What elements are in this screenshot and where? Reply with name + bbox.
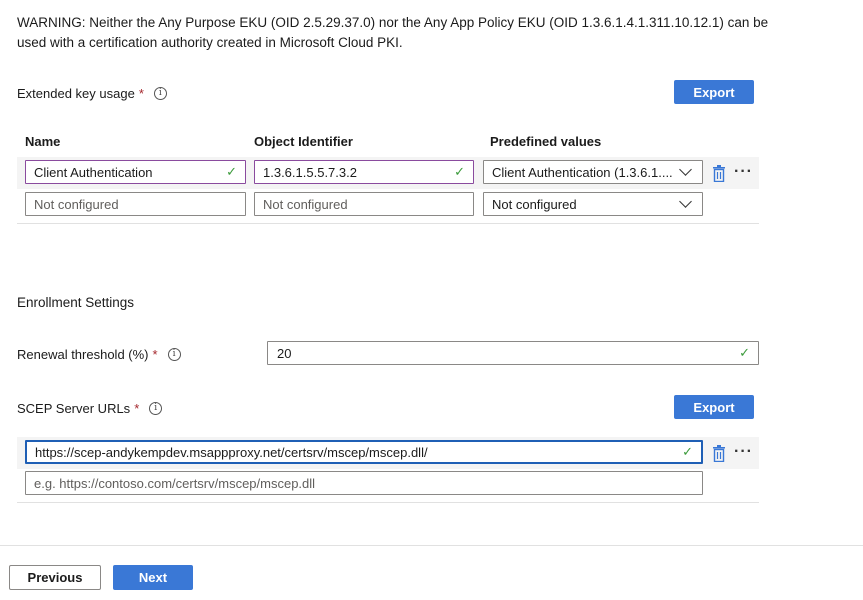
required-mark: * — [134, 400, 140, 416]
scep-server-urls-label: SCEP Server URLs — [17, 400, 131, 416]
eku-predefined-select[interactable]: Client Authentication (1.3.6.1.... — [483, 160, 703, 184]
trash-icon[interactable] — [712, 165, 726, 182]
divider — [17, 502, 759, 503]
eku-predefined-select-empty[interactable]: Not configured — [483, 192, 703, 216]
eku-label: Extended key usage — [17, 85, 135, 101]
placeholder-text: e.g. https://contoso.com/certsrv/mscep/m… — [34, 475, 316, 491]
eku-predefined-value: Client Authentication (1.3.6.1.... — [492, 164, 673, 180]
more-options-icon[interactable]: ··· — [734, 444, 753, 460]
renewal-threshold-value: 20 — [277, 345, 292, 361]
placeholder-text: Not configured — [34, 196, 119, 212]
scep-export-button[interactable]: Export — [674, 395, 754, 419]
eku-export-button[interactable]: Export — [674, 80, 754, 104]
eku-name-input-empty[interactable]: Not configured — [25, 192, 246, 216]
checkmark-icon: ✓ — [226, 164, 237, 179]
scep-url-input[interactable]: https://scep-andykempdev.msappproxy.net/… — [25, 440, 703, 464]
footer-divider — [0, 545, 863, 546]
renewal-threshold-input[interactable]: 20 ✓ — [267, 341, 759, 365]
trash-icon[interactable] — [712, 445, 726, 462]
scep-url-input-empty[interactable]: e.g. https://contoso.com/certsrv/mscep/m… — [25, 471, 703, 495]
info-icon[interactable]: i — [167, 347, 181, 361]
warning-message: WARNING: Neither the Any Purpose EKU (OI… — [17, 15, 769, 50]
checkmark-icon: ✓ — [682, 444, 693, 459]
column-header-predefined: Predefined values — [490, 134, 602, 149]
eku-predefined-value: Not configured — [492, 196, 577, 212]
chevron-down-icon — [679, 163, 692, 176]
column-header-oid: Object Identifier — [254, 134, 353, 149]
renewal-label-group: Renewal threshold (%) * i — [17, 345, 181, 363]
column-header-name: Name — [25, 134, 61, 149]
enrollment-settings-title: Enrollment Settings — [17, 295, 135, 310]
checkmark-icon: ✓ — [739, 345, 750, 360]
required-mark: * — [152, 346, 158, 362]
more-options-icon[interactable]: ··· — [734, 164, 753, 180]
divider — [17, 223, 759, 224]
scep-url-value: https://scep-andykempdev.msappproxy.net/… — [35, 444, 428, 460]
info-icon[interactable]: i — [153, 86, 167, 100]
eku-oid-input[interactable]: 1.3.6.1.5.5.7.3.2 ✓ — [254, 160, 474, 184]
eku-oid-input-empty[interactable]: Not configured — [254, 192, 474, 216]
eku-oid-value: 1.3.6.1.5.5.7.3.2 — [263, 164, 357, 180]
next-button[interactable]: Next — [113, 565, 193, 590]
previous-button[interactable]: Previous — [9, 565, 101, 590]
eku-name-value: Client Authentication — [34, 164, 153, 180]
placeholder-text: Not configured — [263, 196, 348, 212]
info-icon[interactable]: i — [149, 401, 163, 415]
checkmark-icon: ✓ — [454, 164, 465, 179]
chevron-down-icon — [679, 195, 692, 208]
renewal-threshold-label: Renewal threshold (%) — [17, 346, 149, 362]
required-mark: * — [138, 85, 144, 101]
eku-name-input[interactable]: Client Authentication ✓ — [25, 160, 246, 184]
eku-label-group: Extended key usage * i — [17, 84, 167, 102]
scep-label-group: SCEP Server URLs * i — [17, 399, 163, 417]
